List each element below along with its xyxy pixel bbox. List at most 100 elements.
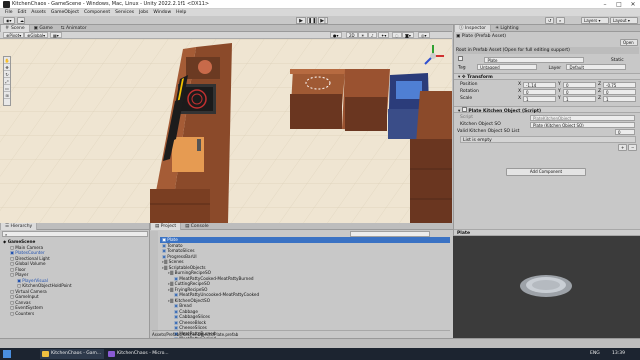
scene-render [0, 39, 452, 223]
axis-label-z: Z [598, 89, 602, 94]
layer-dropdown[interactable]: Default [566, 64, 627, 70]
account-icon[interactable]: ◉▾ [3, 17, 15, 24]
audio-toggle-icon[interactable]: ♪ [368, 32, 377, 38]
layers-label: Layers [584, 18, 598, 23]
history-icon[interactable]: ↺ [545, 17, 554, 24]
hierarchy-item-label: Player [15, 272, 29, 277]
menu-help[interactable]: Help [176, 10, 186, 15]
axis-gizmo-icon [424, 45, 444, 65]
hierarchy-item-label: Floor [15, 266, 26, 272]
tab-inspector[interactable]: ⓘ Inspector [454, 25, 491, 32]
project-item-label: CheeseBlock [179, 319, 207, 325]
hand-tool-icon[interactable]: ✋ [4, 58, 10, 64]
axis-label-z: Z [598, 82, 602, 87]
taskbar-item-vs[interactable]: KitchenChaos - Micro... [106, 349, 176, 359]
scene-tools-panel: ✋ ✥ ↻ ⤢ ▭ ⊞ [3, 56, 11, 106]
tab-project[interactable]: ▤ Project [150, 223, 182, 230]
layout-dropdown[interactable]: Layout ▾ [610, 17, 638, 24]
active-checkbox[interactable] [458, 56, 463, 61]
list-empty-box: List is empty [460, 136, 636, 143]
project-item-label: CabbageSlices [179, 314, 210, 319]
menu-services[interactable]: Services [115, 10, 134, 15]
script-component-header[interactable]: ▾ Plate Kitchen Object (Script) [454, 106, 640, 114]
project-item-label: ProgressBarUI [167, 253, 197, 259]
transform-x-field[interactable]: 1 [523, 96, 556, 102]
tab-lighting-label: Lighting [500, 25, 519, 31]
scene-viewport[interactable]: ✋ ✥ ↻ ⤢ ▭ ⊞ [0, 39, 452, 223]
folder-icon: ▸▇ [168, 270, 175, 275]
2d-toggle[interactable]: 2D [346, 32, 358, 38]
axis-label-z: Z [598, 96, 602, 101]
grid-snap-icon[interactable]: ▦▾ [50, 32, 62, 38]
add-component-button[interactable]: Add Component [506, 168, 586, 176]
object-name-field[interactable]: Plate [484, 56, 585, 63]
tab-lighting[interactable]: ☀ Lighting [491, 25, 523, 32]
move-tool-icon[interactable]: ✥ [4, 65, 10, 71]
minimize-icon[interactable]: – [598, 0, 612, 9]
language-indicator[interactable]: ENG [590, 349, 608, 359]
rotate-tool-icon[interactable]: ↻ [4, 72, 10, 78]
tab-hierarchy[interactable]: ☰ Hierarchy [0, 223, 38, 230]
preview-viewport[interactable] [453, 236, 640, 338]
tag-dropdown[interactable]: Untagged [477, 64, 538, 70]
close-icon[interactable]: ✕ [626, 0, 640, 9]
menu-component[interactable]: Component [84, 10, 110, 15]
step-button[interactable]: ▶| [318, 17, 328, 24]
rect-tool-icon[interactable]: ▭ [4, 86, 10, 92]
menu-assets[interactable]: Assets [31, 10, 46, 15]
transform-header[interactable]: ▾ ✥ Transform [454, 73, 640, 80]
counter-row-back [290, 69, 390, 131]
pivot-label: Pivot [9, 33, 20, 38]
layers-dropdown[interactable]: Layers ▾ [581, 17, 609, 24]
tab-animator[interactable]: ⇆ Animator [57, 25, 91, 32]
unity-task-icon [42, 351, 49, 357]
gizmos-icon[interactable]: ◎▾ [418, 32, 430, 38]
menu-gameobject[interactable]: GameObject [51, 10, 79, 15]
tab-console[interactable]: ▤ Console [181, 223, 213, 230]
transform-y-field[interactable]: 1 [563, 96, 596, 102]
transform-row-label: Rotation [460, 89, 479, 94]
pause-button[interactable]: ❚❚ [307, 17, 317, 24]
valid-list-row[interactable]: Valid Kitchen Object SO List 0 [457, 128, 639, 135]
hierarchy-search-input[interactable]: ⌕ [2, 231, 148, 237]
shading-mode-icon[interactable]: ●▾ [330, 32, 342, 38]
maximize-icon[interactable]: □ [612, 0, 626, 9]
tab-game[interactable]: ▣ Game [30, 25, 57, 32]
valid-list-count[interactable]: 0 [615, 129, 635, 135]
scene-toolbar: ⊕Pivot▾ ⊕Global▾ ▦▾ ●▾ 2D ☀ ♪ ✦▾ ◌ ◙▾ ◎▾ [0, 32, 452, 39]
lighting-toggle-icon[interactable]: ☀ [358, 32, 368, 38]
menu-file[interactable]: File [5, 10, 13, 15]
status-bar [0, 338, 640, 348]
camera-settings-icon[interactable]: ◙▾ [402, 32, 414, 38]
open-prefab-button[interactable]: Open [620, 39, 638, 46]
menu-window[interactable]: Window [153, 10, 171, 15]
window-title: KitchenChaos - GameScene - Windows, Mac,… [12, 1, 210, 7]
scale-tool-icon[interactable]: ⤢ [4, 79, 10, 85]
hidden-objects-icon[interactable]: ◌ [392, 32, 402, 38]
transform-row-label: Scale [460, 96, 473, 101]
transform-z-field[interactable]: 1 [603, 96, 636, 102]
project-item-label: CuttingRecipeSO [174, 281, 210, 286]
cloud-icon[interactable]: ☁ [17, 17, 25, 24]
search-icon[interactable]: ⌕ [556, 17, 565, 24]
menu-jobs[interactable]: Jobs [139, 10, 148, 15]
kitchen-object-so-row: Kitchen Object SO Plate (Kitchen Object … [460, 121, 640, 128]
start-menu-icon[interactable] [3, 350, 11, 358]
play-button[interactable]: ▶ [296, 17, 306, 24]
axis-label-x: X [518, 89, 522, 94]
script-enabled-checkbox[interactable] [461, 107, 467, 112]
orientation-gizmo[interactable] [420, 43, 446, 69]
list-remove-button[interactable]: − [628, 144, 637, 151]
hierarchy-item-label: Canvas [15, 299, 31, 305]
effects-toggle-icon[interactable]: ✦▾ [378, 32, 390, 38]
space-dropdown[interactable]: ⊕Global▾ [24, 32, 49, 38]
tab-scene[interactable]: ＃ Scene [0, 25, 30, 32]
menu-edit[interactable]: Edit [18, 10, 27, 15]
pivot-dropdown[interactable]: ⊕Pivot▾ [3, 32, 25, 38]
root-notice: Root in Prefab Asset (Open for full edit… [456, 47, 639, 54]
hierarchy-item[interactable]: ▢ Counters [0, 311, 149, 317]
list-add-button[interactable]: + [618, 144, 627, 151]
transform-tool-icon[interactable]: ⊞ [4, 93, 10, 99]
tag-label: Tag [458, 65, 466, 71]
taskbar-item-unity[interactable]: KitchenChaos - Gam... [40, 349, 104, 359]
